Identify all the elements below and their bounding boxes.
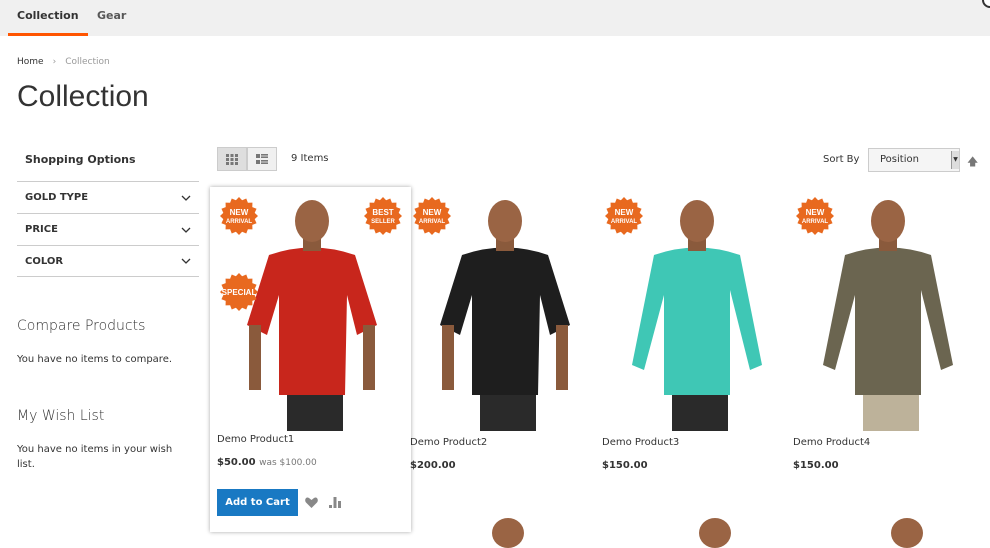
top-navigation: Collection Gear	[0, 0, 990, 36]
product-price: $150.00	[602, 460, 648, 471]
list-view-button[interactable]	[247, 147, 277, 171]
svg-text:ARRIVAL: ARRIVAL	[226, 219, 253, 225]
sort-value: Position	[880, 154, 919, 165]
filter-price[interactable]: PRICE	[17, 213, 199, 245]
compare-icon[interactable]	[329, 497, 341, 508]
svg-text:ARRIVAL: ARRIVAL	[419, 219, 446, 225]
product-price: $50.00 was $100.00	[217, 457, 317, 468]
chevron-down-icon	[181, 258, 191, 264]
badge-new-icon: NEW ARRIVAL	[220, 197, 258, 235]
view-mode-switcher	[217, 147, 277, 171]
svg-text:ARRIVAL: ARRIVAL	[611, 219, 638, 225]
svg-text:SPECIAL: SPECIAL	[222, 288, 257, 297]
list-icon	[256, 153, 268, 164]
svg-text:NEW: NEW	[230, 208, 249, 217]
product-price: $200.00	[410, 460, 456, 471]
filter-color[interactable]: COLOR	[17, 245, 199, 277]
grid-view-button[interactable]	[217, 147, 247, 171]
old-price: was $100.00	[259, 458, 317, 468]
product-name-link[interactable]: Demo Product1	[217, 434, 294, 445]
badge-best-icon: BEST SELLER	[364, 197, 402, 235]
breadcrumb: Home › Collection	[17, 57, 110, 67]
grid-icon	[226, 153, 238, 165]
final-price: $150.00	[602, 460, 648, 471]
shopping-options-title: Shopping Options	[25, 153, 136, 166]
badge-new-icon: NEW ARRIVAL	[413, 197, 451, 235]
compare-products-text: You have no items to compare.	[17, 354, 173, 365]
filter-label: GOLD TYPE	[25, 192, 89, 203]
product-price: $150.00	[793, 460, 839, 471]
wishlist-heart-icon[interactable]	[305, 497, 318, 508]
page-title: Collection	[17, 80, 149, 113]
product-image-next-row[interactable]	[492, 518, 524, 548]
breadcrumb-current: Collection	[65, 57, 110, 67]
product-name-link[interactable]: Demo Product4	[793, 437, 870, 448]
dropdown-arrow-icon: ▼	[951, 151, 959, 169]
chevron-down-icon	[181, 227, 191, 233]
product-image-next-row[interactable]	[699, 518, 731, 548]
svg-text:NEW: NEW	[615, 208, 634, 217]
filter-label: PRICE	[25, 224, 58, 235]
breadcrumb-separator: ›	[52, 57, 57, 67]
svg-text:NEW: NEW	[423, 208, 442, 217]
badge-new-icon: NEW ARRIVAL	[605, 197, 643, 235]
breadcrumb-home[interactable]: Home	[17, 57, 44, 67]
final-price: $200.00	[410, 460, 456, 471]
compare-products-title: Compare Products	[17, 318, 146, 334]
sort-by-label: Sort By	[823, 154, 860, 165]
sidebar-filters: Shopping Options GOLD TYPE PRICE COLOR	[17, 150, 199, 277]
close-icon[interactable]	[982, 0, 990, 8]
product-name-link[interactable]: Demo Product2	[410, 437, 487, 448]
product-name-link[interactable]: Demo Product3	[602, 437, 679, 448]
filter-gold-type[interactable]: GOLD TYPE	[17, 181, 199, 213]
sort-select[interactable]: Position ▼	[868, 148, 960, 172]
svg-text:ARRIVAL: ARRIVAL	[802, 219, 829, 225]
filter-label: COLOR	[25, 255, 64, 267]
item-count: 9 Items	[291, 153, 329, 164]
sort-direction-arrow-up-icon[interactable]: 🡅	[967, 153, 978, 172]
svg-text:SELLER: SELLER	[371, 219, 395, 225]
svg-text:NEW: NEW	[806, 208, 825, 217]
badge-new-icon: NEW ARRIVAL	[796, 197, 834, 235]
product-image-next-row[interactable]	[891, 518, 923, 548]
svg-text:BEST: BEST	[372, 208, 393, 217]
tab-collection[interactable]: Collection	[8, 0, 88, 36]
final-price: $150.00	[793, 460, 839, 471]
wishlist-title: My Wish List	[17, 408, 105, 424]
badge-special-icon: SPECIAL	[220, 273, 258, 311]
tab-gear[interactable]: Gear	[97, 0, 126, 36]
add-to-cart-button[interactable]: Add to Cart	[217, 489, 298, 516]
chevron-down-icon	[181, 195, 191, 201]
final-price: $50.00	[217, 457, 256, 468]
wishlist-text: You have no items in your wish list.	[17, 444, 173, 470]
